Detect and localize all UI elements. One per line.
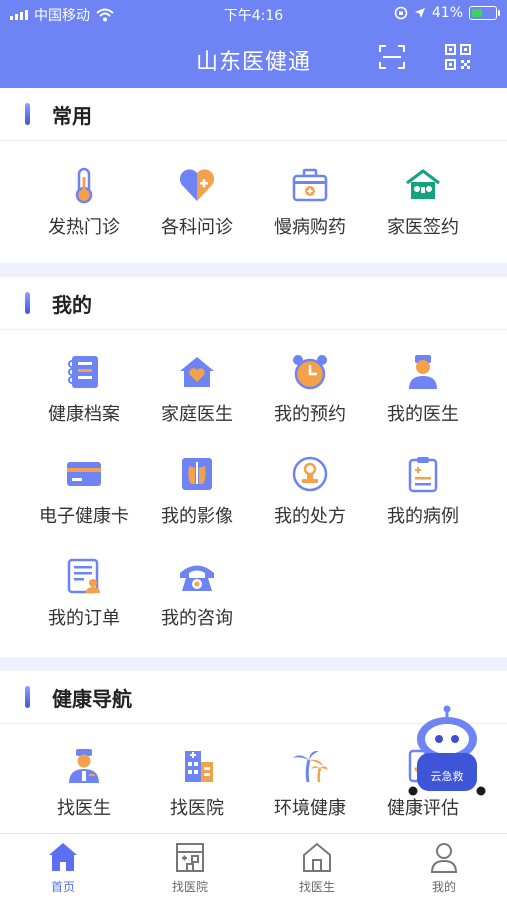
home-icon [49, 843, 77, 871]
tab-find-doctor[interactable]: 找医生 [254, 840, 380, 895]
section-common: 常用 发热门诊 各科问诊 慢病购药 家医签约 [0, 88, 507, 263]
section-header: 常用 [0, 88, 507, 141]
section-title: 常用 [52, 103, 92, 128]
card-icon [67, 462, 101, 486]
grid-item-department-consult[interactable]: 各科问诊 [141, 165, 253, 239]
telephone-icon [180, 565, 214, 591]
doctor-house-icon [303, 842, 331, 872]
section-accent-bar [25, 686, 30, 708]
grid-item-environment-health[interactable]: 环境健康 [254, 746, 366, 820]
rotation-lock-icon [394, 6, 408, 20]
grid-item-my-appointment[interactable]: 我的预约 [254, 352, 366, 426]
robot-label: 云急救 [431, 769, 464, 783]
medical-record-clipboard-icon [408, 457, 438, 493]
section-mine: 我的 健康档案 家庭医生 我的预约 我的医生 电子健康卡 我的影像 我的处方 我… [0, 277, 507, 657]
battery-icon [469, 6, 500, 20]
hospital-icon [176, 843, 204, 872]
doctor-icon [409, 355, 437, 389]
bottom-navigation: 首页 找医院 找医生 我的 [0, 833, 507, 901]
grid-item-family-doctor[interactable]: 家庭医生 [141, 352, 253, 426]
grid-item-find-doctor[interactable]: 找医生 [28, 746, 140, 820]
section-header: 我的 [0, 277, 507, 330]
page-title: 山东医健通 [195, 50, 311, 75]
section-accent-bar [25, 292, 30, 314]
health-record-icon [68, 356, 98, 388]
grid-item-my-imaging[interactable]: 我的影像 [141, 454, 253, 528]
location-icon [414, 8, 425, 18]
find-doctor-icon [69, 749, 99, 783]
grid-item-my-prescription[interactable]: 我的处方 [254, 454, 366, 528]
order-list-icon [67, 558, 100, 594]
grid-item-e-health-card[interactable]: 电子健康卡 [28, 454, 140, 528]
prescription-stamp-icon [292, 456, 328, 492]
grid-item-my-consultation[interactable]: 我的咨询 [141, 556, 253, 630]
section-title: 健康导航 [52, 686, 132, 711]
grid-item-health-record[interactable]: 健康档案 [28, 352, 140, 426]
grid-item-chronic-medicine[interactable]: 慢病购药 [254, 165, 366, 239]
grid-item-my-order[interactable]: 我的订单 [28, 556, 140, 630]
tab-find-hospital[interactable]: 找医院 [127, 840, 253, 895]
grid-item-family-doctor-sign[interactable]: 家医签约 [367, 165, 479, 239]
grid-item-my-doctor[interactable]: 我的医生 [367, 352, 479, 426]
battery-percent: 41% [431, 5, 463, 21]
section-accent-bar [25, 103, 30, 125]
tab-home[interactable]: 首页 [0, 840, 126, 895]
status-bar: 中国移动 下午4:16 41% [0, 0, 507, 28]
top-bar: 中国移动 下午4:16 41% 山东医健通 [0, 0, 507, 88]
section-divider [0, 657, 507, 671]
grid-item-find-hospital[interactable]: 找医院 [141, 746, 253, 820]
scan-icon[interactable] [377, 42, 407, 72]
grid-item-fever-clinic[interactable]: 发热门诊 [28, 165, 140, 239]
thermometer-icon [75, 167, 93, 204]
medicine-box-icon [292, 168, 328, 202]
palm-tree-icon [293, 750, 328, 783]
tab-mine[interactable]: 我的 [381, 840, 507, 895]
heart-plus-icon [179, 169, 215, 201]
robot-icon[interactable]: 云急救 [404, 705, 490, 797]
hospital-building-icon [185, 751, 213, 782]
alarm-clock-icon [293, 355, 327, 390]
user-icon [430, 843, 458, 873]
section-title: 我的 [52, 292, 92, 317]
home-heart-icon [180, 357, 214, 387]
qr-code-icon[interactable] [443, 42, 473, 72]
grid-item-my-medical-record[interactable]: 我的病例 [367, 454, 479, 528]
section-divider [0, 263, 507, 277]
family-doctor-icon [406, 169, 440, 199]
xray-icon [182, 458, 212, 490]
